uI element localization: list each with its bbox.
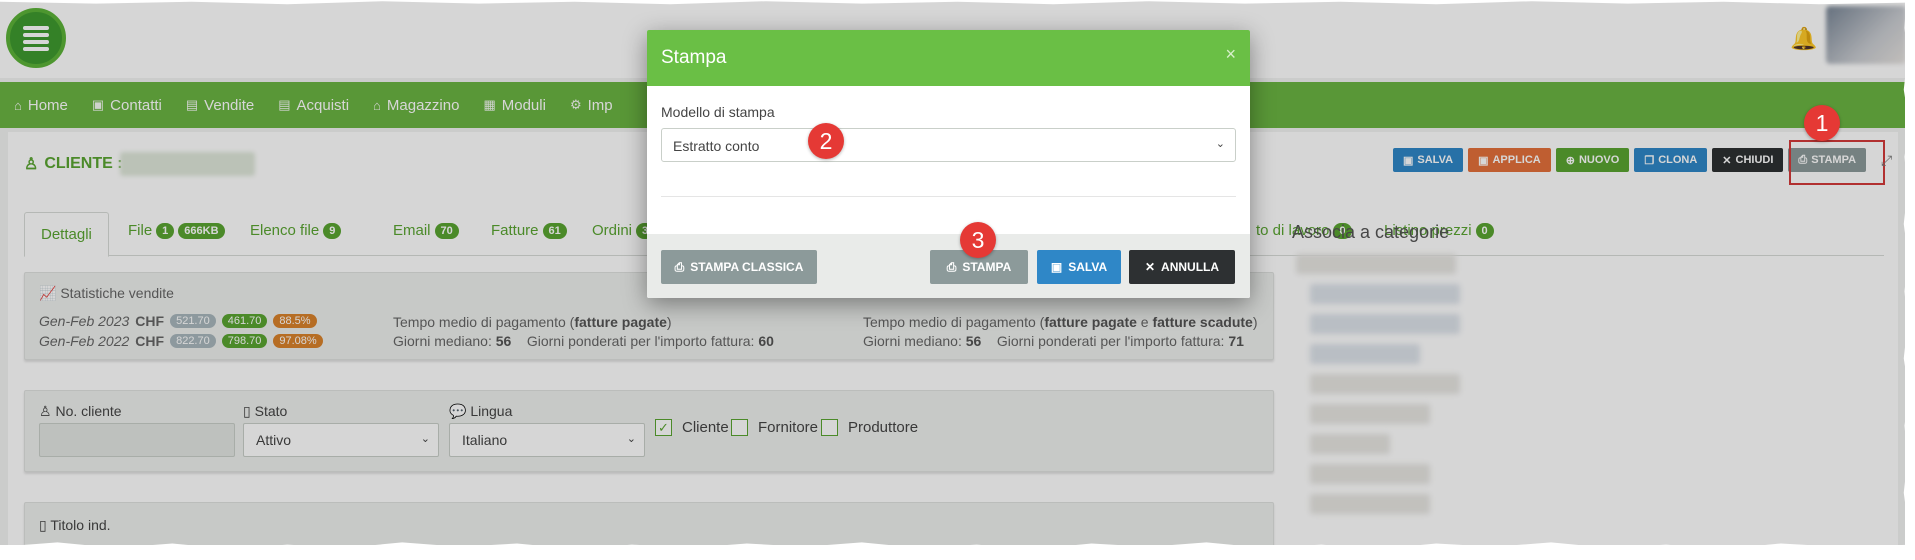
modal-header: Stampa ×: [647, 30, 1250, 86]
app-window: 🔔 ⌂ Home ▣ Contatti ▤ Vendite ▤ Acquisti ⌂ Ma…: [0, 0, 1905, 545]
step-marker-3: 3: [960, 222, 996, 258]
modello-label: Modello di stampa: [661, 104, 775, 120]
close-icon[interactable]: ×: [1225, 44, 1236, 65]
divider: [661, 196, 1236, 197]
close-icon: ✕: [1144, 260, 1156, 274]
modal-footer: ⎙ STAMPA CLASSICA ⎙ STAMPA ▣ SALVA ✕ ANNULLA: [647, 234, 1250, 298]
step-marker-1: 1: [1804, 105, 1840, 141]
annulla-button[interactable]: ✕ ANNULLA: [1129, 250, 1235, 284]
modello-select[interactable]: Estratto conto ⌄: [661, 128, 1236, 162]
chevron-down-icon: ⌄: [1215, 138, 1225, 150]
stampa-classica-button[interactable]: ⎙ STAMPA CLASSICA: [661, 250, 817, 284]
print-icon: ⎙: [674, 259, 685, 274]
print-icon: ⎙: [946, 259, 957, 274]
stampa-modal: Stampa × Modello di stampa Estratto cont…: [647, 30, 1250, 298]
salva-modal-button[interactable]: ▣ SALVA: [1037, 250, 1121, 284]
save-icon: ▣: [1050, 260, 1063, 274]
step-marker-2: 2: [808, 123, 844, 159]
